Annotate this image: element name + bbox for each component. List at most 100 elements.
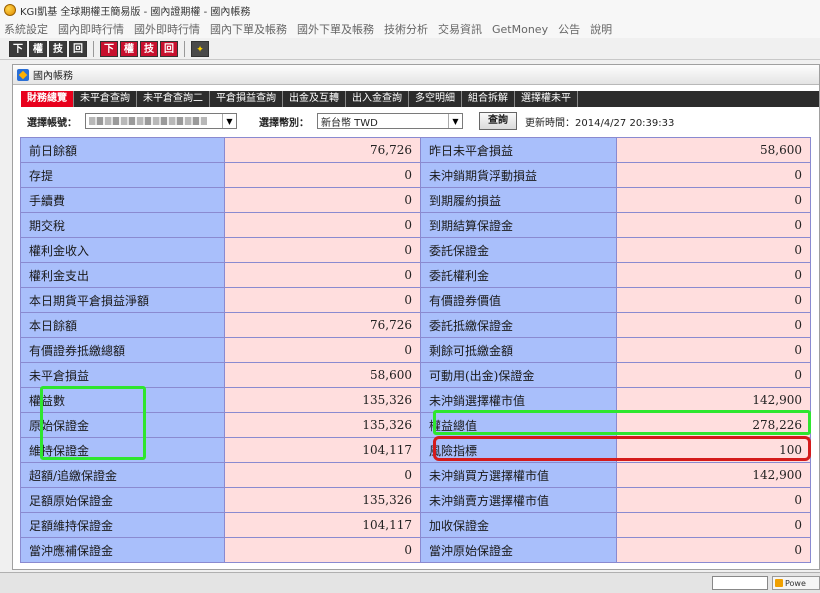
tab-combo-split[interactable]: 組合拆解 [462,91,515,107]
options-button-red[interactable]: 權 [120,40,138,57]
menu-item-technical-analysis[interactable]: 技術分析 [384,21,428,37]
options-button[interactable]: 權 [29,40,47,57]
row-label-left: 本日餘額 [20,312,225,338]
row-label-left: 手續費 [20,187,225,213]
tab-long-short-detail[interactable]: 多空明細 [409,91,462,107]
row-label-right: 風險指標 [420,437,617,463]
row-value-right: 0 [616,237,811,263]
technical-button[interactable]: 技 [49,40,67,57]
chevron-down-icon[interactable]: ▼ [448,114,462,128]
tab-open-positions[interactable]: 未平倉查詢 [74,91,137,107]
row-label-right: 剩餘可抵繳金額 [420,337,617,363]
panel-title: 國內帳務 [33,71,73,82]
row-value-left: 0 [224,212,421,238]
menu-item-domestic-quotes[interactable]: 國內即時行情 [58,21,124,37]
row-value-right: 0 [616,212,811,238]
panel-header: 國內帳務 [13,65,819,85]
row-value-left: 0 [224,337,421,363]
row-label-left: 權益數 [20,387,225,413]
tab-closed-pnl[interactable]: 平倉損益查詢 [210,91,283,107]
row-label-right: 到期結算保證金 [420,212,617,238]
tab-deposit-withdraw-query[interactable]: 出入金查詢 [346,91,409,107]
menu-item-foreign-quotes[interactable]: 國外即時行情 [134,21,200,37]
table-row: 超額/追繳保證金 0 未沖銷買方選擇權市值 142,900 [20,462,811,488]
menu-item-getmoney[interactable]: GetMoney [492,23,548,36]
row-label-left: 足額維持保證金 [20,512,225,538]
status-bar: Powe [0,572,820,593]
row-value-left: 76,726 [224,312,421,338]
row-value-right: 0 [616,162,811,188]
tab-bar: 財務總覽 未平倉查詢 未平倉查詢二 平倉損益查詢 出金及互轉 出入金查詢 多空明… [21,91,819,107]
row-value-left: 0 [224,262,421,288]
row-label-right: 加收保證金 [420,512,617,538]
technical-button-red[interactable]: 技 [140,40,158,57]
row-value-right: 142,900 [616,462,811,488]
return-button-red[interactable]: 回 [160,40,178,57]
menu-item-announcements[interactable]: 公告 [558,21,580,37]
return-button[interactable]: 回 [69,40,87,57]
row-value-right: 0 [616,287,811,313]
row-value-left: 0 [224,162,421,188]
row-label-left: 前日餘額 [20,137,225,163]
power-icon [775,579,783,587]
row-value-left: 58,600 [224,362,421,388]
table-row: 本日期貨平倉損益淨額 0 有價證券價值 0 [20,287,811,313]
menu-item-system-settings[interactable]: 系統設定 [4,21,48,37]
row-label-right: 未沖銷選擇權市值 [420,387,617,413]
toolbar: 下 權 技 回 下 權 技 回 ✦ [0,38,820,60]
power-badge-label: Powe [785,578,806,588]
filter-row: 選擇帳號： ▼ 選擇幣別： 新台幣 TWD ▼ 查詢 更新時間：2014/4/2… [13,110,819,132]
menu-item-help[interactable]: 說明 [590,21,612,37]
row-value-right: 100 [616,437,811,463]
star-icon[interactable]: ✦ [191,40,209,57]
row-label-left: 權利金支出 [20,262,225,288]
tab-withdraw-transfer[interactable]: 出金及互轉 [283,91,346,107]
table-row: 足額原始保證金 135,326 未沖銷賣方選擇權市值 0 [20,487,811,513]
panel-icon [17,68,29,81]
row-value-left: 135,326 [224,412,421,438]
status-field [712,576,768,590]
currency-value: 新台幣 TWD [321,117,378,129]
row-value-right: 278,226 [616,412,811,438]
row-value-right: 0 [616,262,811,288]
account-masked-value [89,117,207,125]
row-value-left: 0 [224,187,421,213]
row-value-left: 104,117 [224,512,421,538]
row-label-left: 期交稅 [20,212,225,238]
row-value-left: 104,117 [224,437,421,463]
row-value-right: 142,900 [616,387,811,413]
table-row: 手續費 0 到期履約損益 0 [20,187,811,213]
row-value-right: 0 [616,312,811,338]
menu-item-foreign-orders[interactable]: 國外下單及帳務 [297,21,374,37]
tab-options-open[interactable]: 選擇權未平 [515,91,578,107]
row-label-right: 權益總值 [420,412,617,438]
row-label-right: 當沖原始保證金 [420,537,617,563]
row-label-right: 有價證券價值 [420,287,617,313]
currency-label: 選擇幣別： [259,117,309,129]
row-label-right: 昨日未平倉損益 [420,137,617,163]
row-label-left: 有價證券抵繳總額 [20,337,225,363]
tab-open-positions-2[interactable]: 未平倉查詢二 [137,91,210,107]
query-button[interactable]: 查詢 [479,112,517,130]
row-label-right: 委託抵繳保證金 [420,312,617,338]
app-icon [4,4,16,16]
row-label-right: 未沖銷買方選擇權市值 [420,462,617,488]
order-button[interactable]: 下 [9,40,27,57]
row-label-left: 超額/追繳保證金 [20,462,225,488]
order-button-red[interactable]: 下 [100,40,118,57]
currency-select[interactable]: 新台幣 TWD ▼ [317,113,463,129]
table-row: 原始保證金 135,326 權益總值 278,226 [20,412,811,438]
row-label-right: 未沖銷賣方選擇權市值 [420,487,617,513]
table-row: 當沖應補保證金 0 當沖原始保證金 0 [20,537,811,563]
menu-item-trade-info[interactable]: 交易資訊 [438,21,482,37]
table-row: 維持保證金 104,117 風險指標 100 [20,437,811,463]
menu-item-domestic-orders[interactable]: 國內下單及帳務 [210,21,287,37]
row-value-right: 0 [616,187,811,213]
row-value-left: 135,326 [224,387,421,413]
account-select[interactable]: ▼ [85,113,237,129]
account-label: 選擇帳號： [27,117,77,129]
row-value-right: 0 [616,537,811,563]
tab-financial-overview[interactable]: 財務總覽 [21,91,74,107]
row-value-left: 135,326 [224,487,421,513]
chevron-down-icon[interactable]: ▼ [222,114,236,128]
